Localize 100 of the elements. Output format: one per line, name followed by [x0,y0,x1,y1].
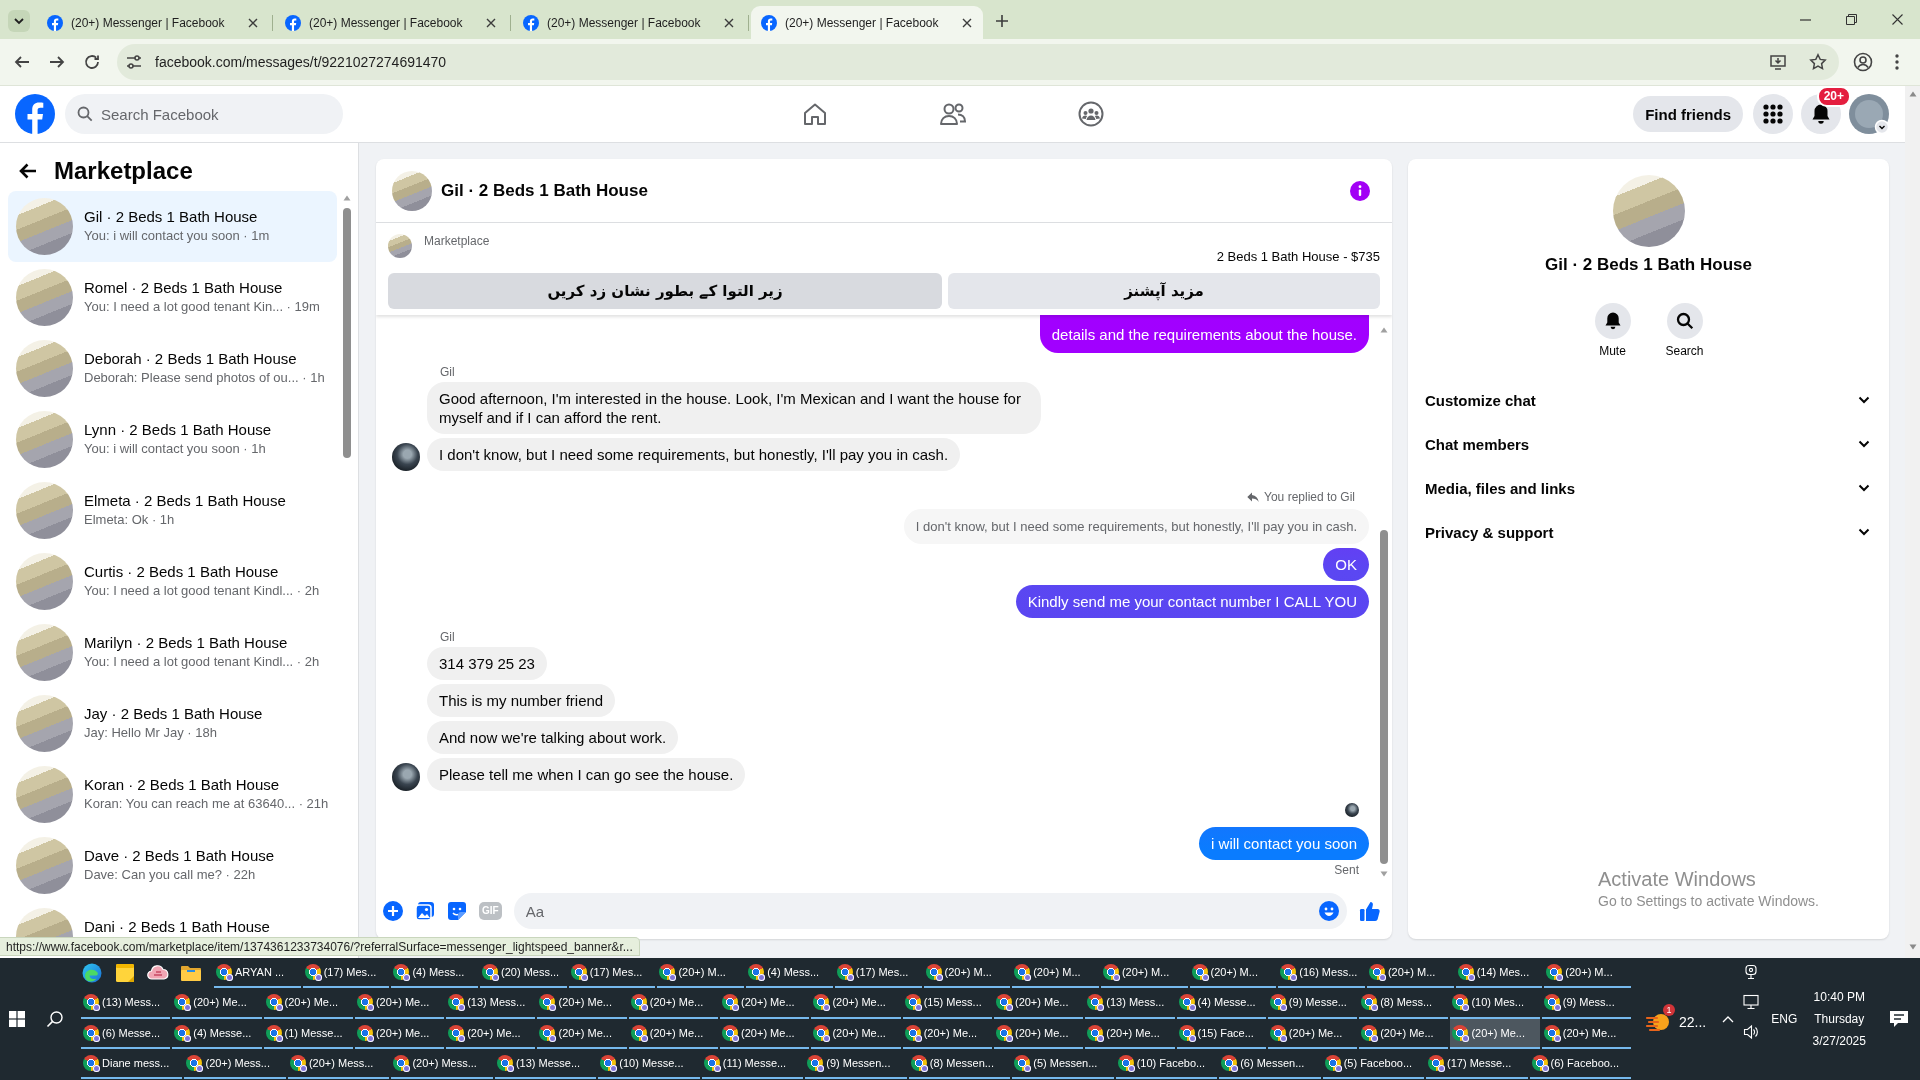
logo-icon[interactable] [15,94,55,134]
action-button[interactable]: Mute [1582,303,1643,359]
scrollbar-thumb[interactable] [1380,530,1388,864]
install-icon[interactable] [1769,53,1787,71]
clock-date[interactable]: 3/27/2025 [1812,1030,1866,1052]
menu-icon[interactable] [1895,54,1899,70]
image-icon[interactable] [415,901,435,921]
action-button[interactable]: مزید آپشنز [948,273,1380,309]
taskbar-button[interactable]: (15) Mess... [902,988,992,1019]
taskbar-button[interactable]: (20+) Me... [354,988,445,1019]
chat-title[interactable]: Gil · 2 Beds 1 Bath House [441,180,648,201]
browser-tab[interactable]: (20+) Messenger | Facebook [513,6,745,39]
taskbar-button[interactable]: (20+) M... [1012,958,1099,989]
browser-tab[interactable]: (20+) Messenger | Facebook [275,6,507,39]
taskbar-button[interactable]: (20+) Me... [811,1018,901,1049]
taskbar-button[interactable]: (20+) Me... [1541,1018,1632,1049]
avatar[interactable] [392,763,420,791]
taskbar-button[interactable]: (17) Messe... [1426,1048,1528,1079]
scroll-up-icon[interactable] [1908,91,1917,97]
swirl-icon[interactable] [81,963,102,984]
taskbar-button[interactable]: (4) Mess... [746,958,833,989]
taskbar-button[interactable]: (20+) Me... [993,1018,1084,1049]
taskbar-button[interactable]: (13) Mess... [81,988,171,1019]
conversation-item[interactable]: Elmeta · 2 Beds 1 Bath House Elmeta: Ok · 1h [8,475,337,546]
taskbar-button[interactable]: (5) Messen... [1012,1048,1114,1079]
taskbar-button[interactable]: (8) Messen... [908,1048,1011,1079]
conversation-item[interactable]: Gil · 2 Beds 1 Bath House You: i will contact you soon · 1m [8,191,337,262]
taskbar-button[interactable]: (6) Messe... [81,1018,171,1049]
browser-tab[interactable]: (20+) Messenger | Facebook [37,6,269,39]
taskbar-button[interactable]: (20+) Me... [1085,1018,1175,1049]
taskbar-button[interactable]: (4) Messe... [1176,988,1266,1019]
windows-start-icon[interactable] [9,1011,25,1027]
taskbar-button[interactable]: (20+) Me... [811,988,901,1019]
scroll-up-icon[interactable] [1380,327,1388,333]
message-input[interactable]: Aa [513,893,1347,929]
clock-day[interactable]: Thursday [1814,1008,1865,1030]
conversation-item[interactable]: Curtis · 2 Beds 1 Bath House You: I need a lot good tenant Kindl... · 2h [8,546,337,617]
taskbar-button[interactable]: (9) Mess... [1541,988,1632,1019]
taskbar-button[interactable]: (13) Mess... [1085,988,1175,1019]
conversation-item[interactable]: Koran · 2 Beds 1 Bath House Koran: You can reach me at 63640... · 21h [8,759,337,830]
reload-icon[interactable] [83,53,101,71]
groups-icon[interactable] [1077,101,1104,127]
taskbar-button[interactable]: (4) Messe... [172,1018,262,1049]
taskbar-button[interactable]: (20+) M... [657,958,745,989]
weather-button[interactable]: 1 22... [1645,1003,1709,1035]
taskbar-button[interactable]: (20+) Me... [628,1018,719,1049]
scroll-down-icon[interactable] [1908,944,1917,950]
thumbs-up-icon[interactable] [1359,900,1381,922]
taskbar-button[interactable]: (20+) Me... [446,1018,536,1049]
taskbar-button[interactable]: (15) Face... [1176,1018,1266,1049]
folder-icon[interactable] [180,965,201,982]
emoji-icon[interactable] [1319,901,1339,921]
conversation-item[interactable]: Jay · 2 Beds 1 Bath House Jay: Hello Mr Jay · 18h [8,688,337,759]
note-icon[interactable] [115,964,134,983]
taskbar-button[interactable]: ARYAN ... [214,958,301,989]
search-icon[interactable] [46,1010,64,1028]
taskbar-button[interactable]: (6) Faceboo... [1529,1048,1632,1079]
scroll-down-icon[interactable] [1380,871,1388,877]
taskbar-button[interactable]: (20+) Me... [1359,1018,1449,1049]
find-friends-button[interactable]: Find friends [1633,96,1743,132]
taskbar-button[interactable]: (20+) M... [923,958,1011,989]
language-indicator[interactable]: ENG [1771,1012,1798,1026]
taskbar-button[interactable]: (20+) Mess... [287,1048,390,1079]
taskbar-button[interactable]: (20+) Me... [537,1018,627,1049]
star-icon[interactable] [1809,53,1827,71]
volume-icon[interactable] [1743,1024,1760,1040]
plus-icon[interactable] [383,901,403,921]
taskbar-button[interactable]: (16) Mess... [1278,958,1365,989]
tab-search-icon[interactable] [8,9,30,32]
taskbar-button[interactable]: (17) Mes... [302,958,390,989]
taskbar-button[interactable]: (20+) Me... [720,1018,810,1049]
browser-tab[interactable]: (20+) Messenger | Facebook [751,6,983,39]
taskbar-button[interactable]: (20+) Me... [172,988,262,1019]
taskbar-button[interactable]: (17) Mes... [834,958,922,989]
taskbar-button[interactable]: (20+) Me... [902,1018,992,1049]
camera-icon[interactable] [1743,964,1760,980]
section-toggle[interactable]: Chat members [1408,422,1889,466]
taskbar-button[interactable]: (5) Faceboo... [1322,1048,1425,1079]
notifications-icon[interactable] [1889,1010,1910,1028]
restore-icon[interactable] [1845,14,1857,25]
taskbar-button[interactable]: (20+) Mess... [391,1048,493,1079]
quoted-message[interactable]: I don't know, but I need some requirements, but honestly, I'll pay you in cash. [903,509,1369,544]
close-icon[interactable] [1891,14,1903,25]
taskbar-button[interactable]: (20+) Me... [720,988,810,1019]
conversation-item[interactable]: Marilyn · 2 Beds 1 Bath House You: I need a lot good tenant Kindl... · 2h [8,617,337,688]
taskbar-button[interactable]: (20+) M... [1100,958,1188,989]
taskbar-button[interactable]: (6) Messen... [1219,1048,1321,1079]
address-bar[interactable]: facebook.com/messages/t/9221027274691470 [117,44,1839,80]
clock-time[interactable]: 10:40 PM [1813,986,1865,1008]
taskbar-button[interactable]: (10) Facebo... [1115,1048,1218,1079]
taskbar-button[interactable]: (20+) Me... [1450,1018,1540,1049]
back-arrow-icon[interactable] [18,161,38,181]
taskbar-button[interactable]: (20+) M... [1189,958,1277,989]
taskbar-button[interactable]: (20) Mess... [480,958,567,989]
chevron-up-icon[interactable] [1722,1015,1735,1023]
avatar[interactable] [392,443,420,471]
info-icon[interactable] [1350,180,1370,201]
plus-icon[interactable] [995,13,1009,28]
taskbar-button[interactable]: (13) Messe... [494,1048,597,1079]
site-settings-icon[interactable] [125,53,143,71]
